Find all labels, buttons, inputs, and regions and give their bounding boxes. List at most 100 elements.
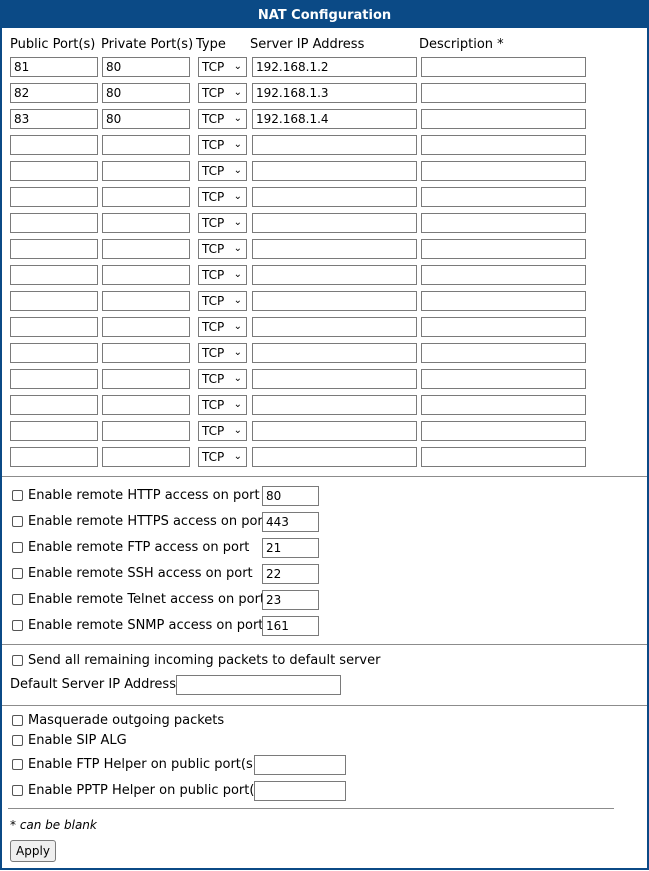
send-default-server-checkbox[interactable] xyxy=(12,655,23,666)
remote-access-checkbox[interactable] xyxy=(12,620,23,631)
private-port-field[interactable] xyxy=(102,265,190,285)
remote-access-port-field[interactable] xyxy=(262,564,319,584)
remote-access-checkbox[interactable] xyxy=(12,516,23,527)
remote-access-checkbox[interactable] xyxy=(12,490,23,501)
server-ip-field[interactable] xyxy=(252,135,417,155)
private-port-field[interactable] xyxy=(102,369,190,389)
type-select[interactable]: TCP ⌄ xyxy=(198,291,247,311)
apply-button[interactable]: Apply xyxy=(10,840,56,862)
public-port-field[interactable] xyxy=(10,57,98,77)
public-port-field[interactable] xyxy=(10,343,98,363)
masquerade-checkbox[interactable] xyxy=(12,715,23,726)
type-select[interactable]: TCP ⌄ xyxy=(198,213,247,233)
remote-access-port-field[interactable] xyxy=(262,590,319,610)
server-ip-field[interactable] xyxy=(252,239,417,259)
public-port-field[interactable] xyxy=(10,213,98,233)
type-select[interactable]: TCP ⌄ xyxy=(198,109,247,129)
remote-access-checkbox[interactable] xyxy=(12,568,23,579)
pptp-helper-ports-field[interactable] xyxy=(254,781,346,801)
private-port-field[interactable] xyxy=(102,109,190,129)
public-port-field[interactable] xyxy=(10,239,98,259)
server-ip-field[interactable] xyxy=(252,291,417,311)
public-port-field[interactable] xyxy=(10,291,98,311)
server-ip-field[interactable] xyxy=(252,395,417,415)
description-field[interactable] xyxy=(421,161,586,181)
private-port-field[interactable] xyxy=(102,395,190,415)
type-select[interactable]: TCP ⌄ xyxy=(198,369,247,389)
server-ip-field[interactable] xyxy=(252,343,417,363)
description-field[interactable] xyxy=(421,447,586,467)
server-ip-field[interactable] xyxy=(252,161,417,181)
ftp-helper-ports-field[interactable] xyxy=(254,755,346,775)
server-ip-field[interactable] xyxy=(252,187,417,207)
server-ip-field[interactable] xyxy=(252,109,417,129)
private-port-field[interactable] xyxy=(102,317,190,337)
server-ip-field[interactable] xyxy=(252,369,417,389)
description-field[interactable] xyxy=(421,343,586,363)
public-port-field[interactable] xyxy=(10,161,98,181)
type-select[interactable]: TCP ⌄ xyxy=(198,343,247,363)
type-select[interactable]: TCP ⌄ xyxy=(198,57,247,77)
private-port-field[interactable] xyxy=(102,161,190,181)
type-select[interactable]: TCP ⌄ xyxy=(198,265,247,285)
type-select[interactable]: TCP ⌄ xyxy=(198,239,247,259)
remote-access-checkbox[interactable] xyxy=(12,594,23,605)
type-select[interactable]: TCP ⌄ xyxy=(198,135,247,155)
public-port-field[interactable] xyxy=(10,109,98,129)
description-field[interactable] xyxy=(421,395,586,415)
type-select[interactable]: TCP ⌄ xyxy=(198,421,247,441)
private-port-field[interactable] xyxy=(102,83,190,103)
private-port-field[interactable] xyxy=(102,343,190,363)
private-port-field[interactable] xyxy=(102,291,190,311)
type-select[interactable]: TCP ⌄ xyxy=(198,83,247,103)
description-field[interactable] xyxy=(421,369,586,389)
type-select[interactable]: TCP ⌄ xyxy=(198,317,247,337)
server-ip-field[interactable] xyxy=(252,265,417,285)
description-field[interactable] xyxy=(421,239,586,259)
description-field[interactable] xyxy=(421,317,586,337)
type-select[interactable]: TCP ⌄ xyxy=(198,187,247,207)
description-field[interactable] xyxy=(421,109,586,129)
private-port-field[interactable] xyxy=(102,213,190,233)
public-port-field[interactable] xyxy=(10,265,98,285)
default-server-ip-field[interactable] xyxy=(176,675,341,695)
server-ip-field[interactable] xyxy=(252,57,417,77)
private-port-field[interactable] xyxy=(102,187,190,207)
public-port-field[interactable] xyxy=(10,83,98,103)
remote-access-port-field[interactable] xyxy=(262,486,319,506)
private-port-field[interactable] xyxy=(102,239,190,259)
public-port-field[interactable] xyxy=(10,395,98,415)
remote-access-port-field[interactable] xyxy=(262,538,319,558)
type-select[interactable]: TCP ⌄ xyxy=(198,161,247,181)
remote-access-port-field[interactable] xyxy=(262,512,319,532)
public-port-field[interactable] xyxy=(10,187,98,207)
private-port-field[interactable] xyxy=(102,57,190,77)
server-ip-field[interactable] xyxy=(252,421,417,441)
pptp-helper-checkbox[interactable] xyxy=(12,785,23,796)
description-field[interactable] xyxy=(421,135,586,155)
public-port-field[interactable] xyxy=(10,447,98,467)
public-port-field[interactable] xyxy=(10,135,98,155)
server-ip-field[interactable] xyxy=(252,447,417,467)
description-field[interactable] xyxy=(421,187,586,207)
server-ip-field[interactable] xyxy=(252,213,417,233)
remote-access-checkbox[interactable] xyxy=(12,542,23,553)
server-ip-field[interactable] xyxy=(252,83,417,103)
ftp-helper-checkbox[interactable] xyxy=(12,759,23,770)
remote-access-port-field[interactable] xyxy=(262,616,319,636)
public-port-field[interactable] xyxy=(10,317,98,337)
private-port-field[interactable] xyxy=(102,421,190,441)
server-ip-field[interactable] xyxy=(252,317,417,337)
description-field[interactable] xyxy=(421,213,586,233)
public-port-field[interactable] xyxy=(10,421,98,441)
type-select[interactable]: TCP ⌄ xyxy=(198,447,247,467)
description-field[interactable] xyxy=(421,265,586,285)
description-field[interactable] xyxy=(421,291,586,311)
sip-alg-checkbox[interactable] xyxy=(12,735,23,746)
private-port-field[interactable] xyxy=(102,135,190,155)
private-port-field[interactable] xyxy=(102,447,190,467)
description-field[interactable] xyxy=(421,83,586,103)
description-field[interactable] xyxy=(421,57,586,77)
type-select[interactable]: TCP ⌄ xyxy=(198,395,247,415)
description-field[interactable] xyxy=(421,421,586,441)
